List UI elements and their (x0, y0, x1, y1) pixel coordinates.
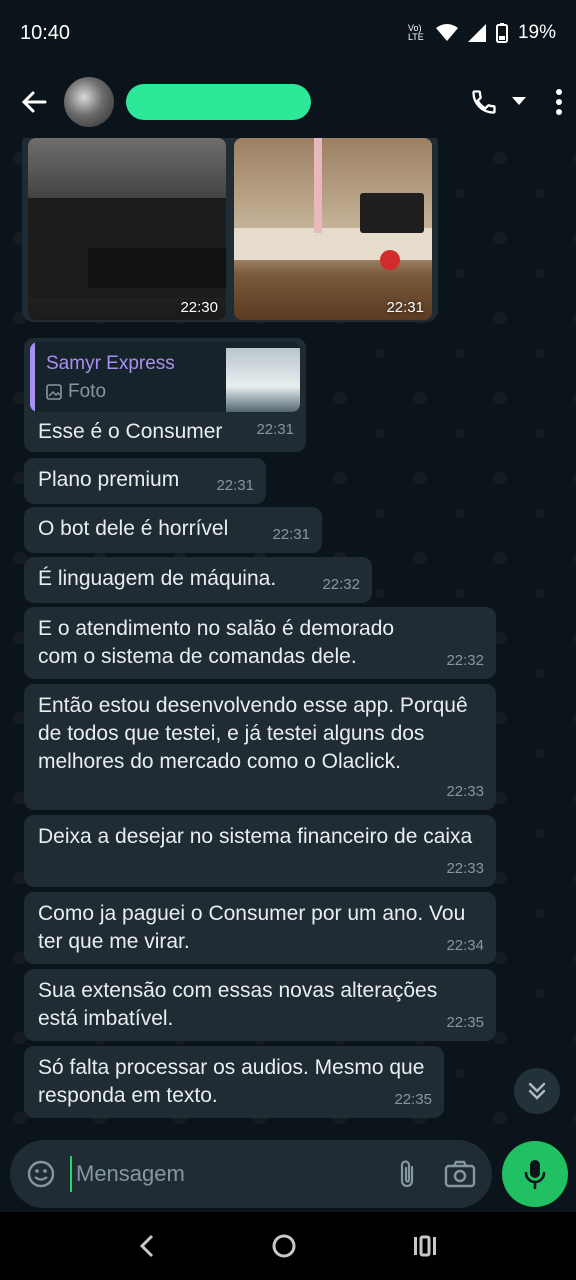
message-text: Então estou desenvolvendo esse app. Porq… (38, 694, 468, 773)
message-text: Só falta processar os audios. Mesmo que … (38, 1056, 425, 1107)
quoted-type-label: Foto (68, 381, 107, 402)
message-text: Esse é o Consumer (38, 420, 223, 443)
message-time: 22:32 (446, 652, 484, 669)
message-bubble[interactable]: Deixa a desejar no sistema financeiro de… (24, 815, 496, 887)
attach-icon[interactable] (396, 1158, 418, 1190)
nav-home-icon[interactable] (271, 1233, 297, 1259)
message-bubble[interactable]: É linguagem de máquina. 22:32 (24, 557, 372, 603)
double-chevron-down-icon (528, 1082, 546, 1100)
message-time: 22:34 (446, 937, 484, 954)
wifi-icon (435, 24, 458, 41)
message-text: E o atendimento no salão é demorado com … (38, 617, 395, 668)
quoted-type: Foto (46, 378, 106, 406)
message-bubble[interactable]: Como ja paguei o Consumer por um ano. Vo… (24, 892, 496, 964)
more-vert-icon[interactable] (554, 88, 564, 116)
message-time: 22:31 (216, 477, 254, 494)
photo-time: 22:31 (386, 299, 424, 316)
message-text: Plano premium (38, 468, 180, 491)
message-text: Deixa a desejar no sistema financeiro de… (38, 825, 473, 848)
quoted-thumbnail (226, 348, 300, 412)
nav-back-icon[interactable] (138, 1234, 156, 1258)
message-bubble[interactable]: O bot dele é horrível 22:31 (24, 507, 322, 553)
message-input[interactable] (70, 1156, 396, 1192)
message-bubble[interactable]: Plano premium 22:31 (24, 458, 266, 504)
media-message[interactable]: 22:30 22:31 (22, 138, 438, 322)
message-bubble[interactable]: Só falta processar os audios. Mesmo que … (24, 1046, 444, 1118)
message-text: É linguagem de máquina. (38, 567, 277, 590)
battery-percent: 19% (517, 22, 556, 43)
message-time: 22:35 (446, 1014, 484, 1031)
message-text: O bot dele é horrível (38, 517, 229, 540)
message-time: 22:32 (322, 576, 360, 593)
signal-icon (467, 24, 486, 42)
message-bubble[interactable]: Sua extensão com essas novas alterações … (24, 969, 496, 1041)
message-time: 22:35 (394, 1091, 432, 1108)
image-icon (46, 384, 62, 400)
chat-area[interactable]: 22:30 22:31 Samyr Express Foto Esse é o … (0, 138, 576, 1138)
system-nav-bar (0, 1212, 576, 1280)
quoted-author: Samyr Express (46, 353, 175, 374)
back-button[interactable] (12, 80, 56, 124)
message-time: 22:33 (446, 860, 484, 877)
message-time: 22:33 (446, 783, 484, 800)
photo-thumbnail[interactable]: 22:30 (28, 138, 226, 320)
quote-bar (30, 342, 35, 412)
sticker-icon[interactable] (26, 1159, 56, 1189)
nav-recents-icon[interactable] (412, 1235, 438, 1257)
back-arrow-icon (21, 91, 47, 113)
message-composer (10, 1140, 492, 1208)
message-time: 22:31 (256, 421, 294, 438)
dropdown-icon[interactable] (512, 97, 526, 107)
contact-name-redacted[interactable] (126, 84, 311, 120)
status-time: 10:40 (20, 21, 71, 44)
call-icon[interactable] (470, 88, 498, 116)
message-time: 22:31 (272, 526, 310, 543)
message-bubble[interactable]: Então estou desenvolvendo esse app. Porq… (24, 684, 496, 810)
message-text: Como ja paguei o Consumer por um ano. Vo… (38, 902, 466, 953)
voice-record-button[interactable] (502, 1141, 568, 1207)
scroll-to-bottom-button[interactable] (514, 1068, 560, 1114)
status-icons: Vo) LTE 19% (408, 22, 556, 44)
message-bubble[interactable]: E o atendimento no salão é demorado com … (24, 607, 496, 679)
camera-icon[interactable] (444, 1160, 476, 1188)
photo-thumbnail[interactable]: 22:31 (234, 138, 432, 320)
photo-time: 22:30 (180, 299, 218, 316)
quoted-message[interactable]: Samyr Express Foto (30, 342, 300, 412)
message-text: Sua extensão com essas novas alterações … (38, 979, 438, 1030)
chat-header (0, 66, 576, 138)
volte-indicator: Vo) LTE (407, 23, 424, 42)
status-bar: 10:40 Vo) LTE 19% (0, 0, 576, 66)
message-bubble[interactable]: Samyr Express Foto Esse é o Consumer 22:… (24, 338, 306, 452)
mic-icon (524, 1160, 546, 1189)
battery-icon (495, 23, 508, 43)
contact-avatar[interactable] (64, 77, 114, 127)
